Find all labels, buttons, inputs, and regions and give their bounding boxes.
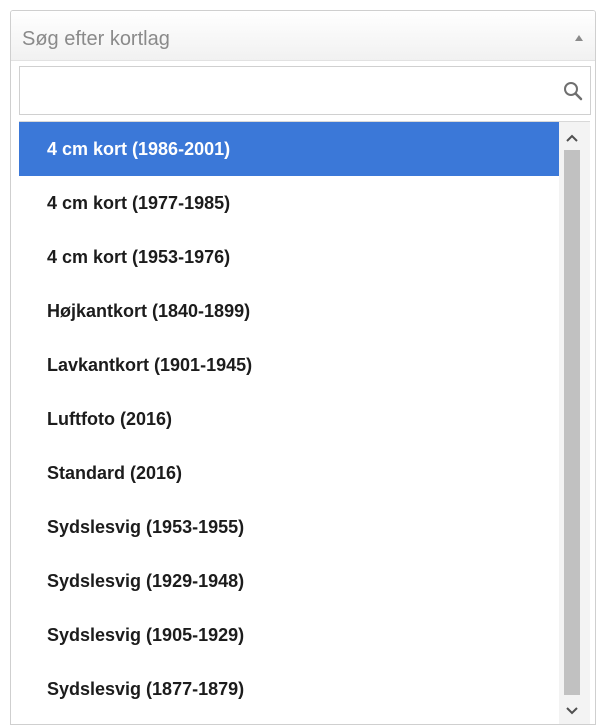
option-item[interactable]: Højkantkort (1840-1899) bbox=[19, 284, 559, 338]
layer-select[interactable]: Søg efter kortlag bbox=[11, 11, 595, 61]
scrollbar[interactable] bbox=[559, 122, 590, 724]
option-item[interactable]: Sydslesvig (1905-1929) bbox=[19, 608, 559, 662]
options-list: 4 cm kort (1986-2001) 4 cm kort (1977-198… bbox=[19, 121, 590, 724]
option-item[interactable]: Standard (2016) bbox=[19, 446, 559, 500]
option-item[interactable]: Sydslesvig (1877-1879) bbox=[19, 662, 559, 716]
layer-dropdown: Søg efter kortlag 4 cm kort (1986-2001) 4… bbox=[10, 10, 596, 725]
option-item[interactable]: Sydslesvig (1929-1948) bbox=[19, 554, 559, 608]
options: 4 cm kort (1986-2001) 4 cm kort (1977-198… bbox=[19, 122, 559, 716]
scroll-thumb[interactable] bbox=[564, 150, 580, 695]
option-item[interactable]: 4 cm kort (1986-2001) bbox=[19, 122, 559, 176]
option-item[interactable]: Lavkantkort (1901-1945) bbox=[19, 338, 559, 392]
option-item[interactable]: 4 cm kort (1977-1985) bbox=[19, 176, 559, 230]
chevron-up-icon[interactable] bbox=[559, 126, 585, 152]
search-icon bbox=[564, 82, 583, 101]
search-box bbox=[19, 66, 591, 115]
option-item[interactable]: Luftfoto (2016) bbox=[19, 392, 559, 446]
chevron-down-icon[interactable] bbox=[559, 697, 585, 723]
search-input[interactable] bbox=[20, 67, 550, 114]
option-item[interactable]: Sydslesvig (1953-1955) bbox=[19, 500, 559, 554]
option-item[interactable]: 4 cm kort (1953-1976) bbox=[19, 230, 559, 284]
caret-up-icon[interactable] bbox=[575, 35, 583, 41]
select-placeholder: Søg efter kortlag bbox=[22, 28, 170, 50]
